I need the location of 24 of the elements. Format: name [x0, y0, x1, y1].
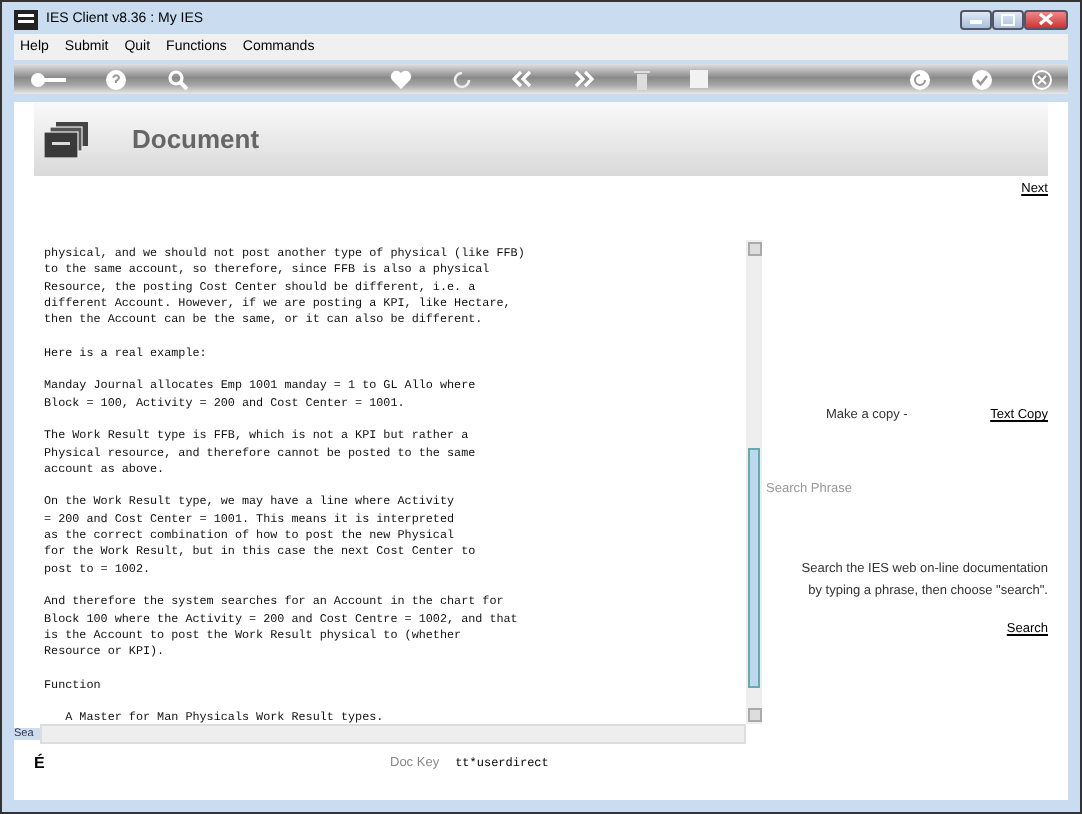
- key-icon[interactable]: [30, 71, 66, 87]
- cycle-icon[interactable]: [910, 69, 931, 89]
- refresh-icon[interactable]: [451, 69, 472, 89]
- horizontal-scrollbar[interactable]: [40, 724, 746, 744]
- close-icon[interactable]: [1031, 69, 1052, 89]
- scroll-thumb[interactable]: [748, 448, 760, 688]
- page-title: Document: [132, 124, 260, 154]
- help-icon[interactable]: [106, 69, 127, 89]
- clipped-label: É: [32, 753, 47, 771]
- close-button[interactable]: [1024, 9, 1068, 29]
- bin-icon[interactable]: [634, 69, 650, 89]
- maximize-button[interactable]: [992, 9, 1024, 29]
- stop-icon[interactable]: [690, 70, 709, 88]
- search-icon[interactable]: [167, 69, 188, 89]
- vertical-scrollbar[interactable]: [746, 240, 762, 724]
- minimize-button[interactable]: [960, 9, 992, 29]
- heart-icon[interactable]: [389, 69, 411, 89]
- check-icon[interactable]: [971, 69, 991, 89]
- document-stack-icon: [44, 121, 88, 157]
- fast-forward-icon[interactable]: [573, 70, 594, 88]
- app-icon: [14, 9, 38, 29]
- maximize-icon: [1000, 13, 1016, 25]
- rewind-icon[interactable]: [512, 70, 533, 88]
- close-icon: [1038, 12, 1054, 26]
